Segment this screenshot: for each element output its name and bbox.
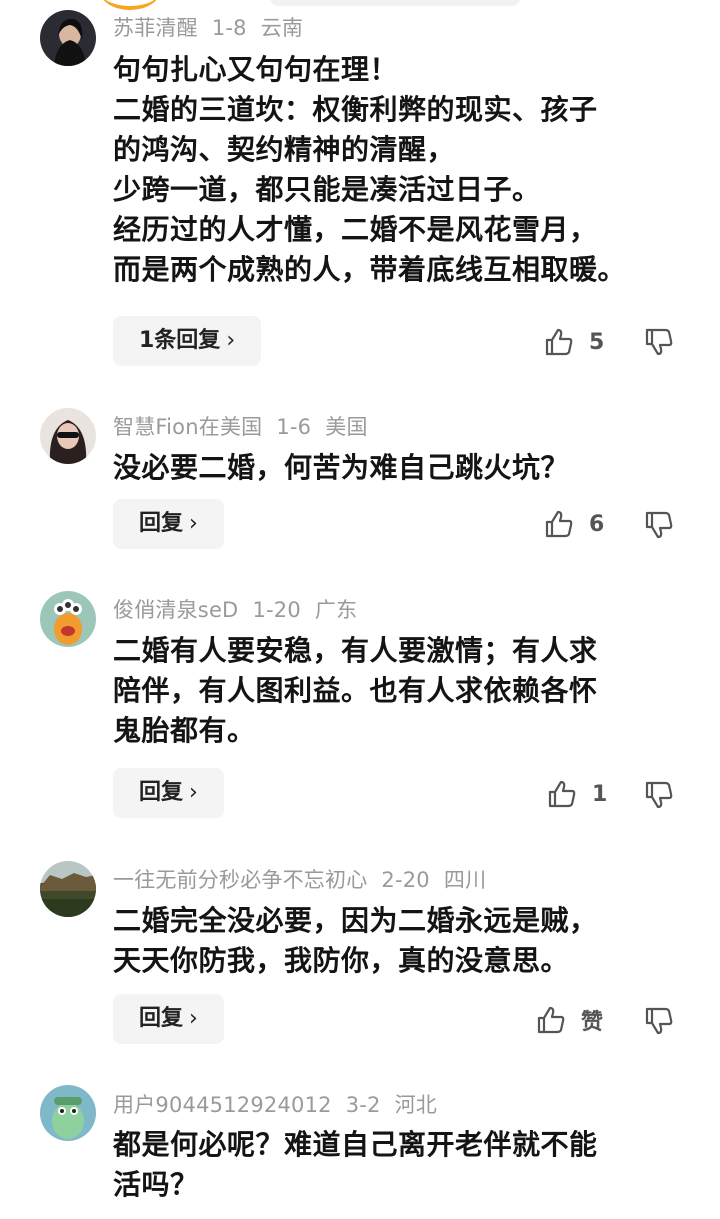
avatar[interactable] bbox=[40, 1085, 96, 1141]
comment-text: 句句扎心又句句在理！ 二婚的三道坎：权衡利弊的现实、孩子 的鸿沟、契约精神的清醒… bbox=[113, 53, 627, 286]
like-label: 赞 bbox=[581, 1010, 604, 1035]
view-replies-button[interactable]: 1条回复 › bbox=[113, 316, 262, 366]
comment-meta: 智慧Fion在美国 1-6 美国 bbox=[113, 411, 382, 441]
like-count: 6 bbox=[589, 511, 605, 537]
username[interactable]: 一往无前分秒必争不忘初心 bbox=[113, 868, 367, 892]
like-count: 5 bbox=[589, 329, 605, 355]
orange-avatar-edge bbox=[100, 0, 160, 10]
comment-location: 云南 bbox=[260, 16, 304, 40]
comment-location: 四川 bbox=[443, 868, 487, 892]
thumbs-up-icon bbox=[548, 780, 576, 808]
like-button[interactable]: 5 bbox=[543, 324, 604, 360]
comment-text: 二婚完全没必要，因为二婚永远是贼， 天天你防我，我防你，真的没意思。 bbox=[113, 904, 598, 977]
comment-date: 3-2 bbox=[345, 1093, 381, 1117]
like-button[interactable]: 赞 bbox=[535, 1002, 603, 1038]
grey-bar-edge bbox=[270, 0, 520, 6]
thumbs-down-icon[interactable] bbox=[643, 326, 675, 358]
comment-date: 1-6 bbox=[276, 415, 312, 439]
chevron-right-icon: › bbox=[189, 780, 198, 805]
thumbs-up-icon bbox=[545, 510, 573, 538]
comment-location: 河北 bbox=[394, 1093, 438, 1117]
comment-text: 没必要二婚，何苦为难自己跳火坑？ bbox=[113, 451, 570, 484]
reply-button[interactable]: 回复 › bbox=[113, 499, 224, 549]
chevron-right-icon: › bbox=[189, 511, 198, 536]
avatar[interactable] bbox=[40, 10, 96, 66]
comment-meta: 一往无前分秒必争不忘初心 2-20 四川 bbox=[113, 864, 500, 894]
comment-meta: 俊俏清泉seD 1-20 广东 bbox=[113, 594, 371, 624]
username[interactable]: 智慧Fion在美国 bbox=[113, 415, 262, 439]
comment-text: 都是何必呢？难道自己离开老伴就不能 活吗？ bbox=[113, 1128, 598, 1201]
thumbs-up-icon bbox=[545, 328, 573, 356]
username[interactable]: 俊俏清泉seD bbox=[113, 598, 238, 622]
like-button[interactable]: 6 bbox=[543, 506, 604, 542]
comment-location: 广东 bbox=[314, 598, 358, 622]
chevron-right-icon: › bbox=[189, 1006, 198, 1031]
chevron-right-icon: › bbox=[226, 328, 236, 353]
username[interactable]: 用户9044512924012 bbox=[113, 1093, 332, 1117]
comment-meta: 苏菲清醒 1-8 云南 bbox=[113, 12, 317, 42]
thumbs-down-icon[interactable] bbox=[643, 1005, 675, 1037]
previous-content-edge bbox=[0, 0, 720, 10]
comment-date: 2-20 bbox=[381, 868, 430, 892]
comment-meta: 用户9044512924012 3-2 河北 bbox=[113, 1089, 451, 1119]
thumbs-down-icon[interactable] bbox=[643, 509, 675, 541]
thumbs-down-icon[interactable] bbox=[643, 779, 675, 811]
avatar[interactable] bbox=[40, 408, 96, 464]
comment-date: 1-20 bbox=[252, 598, 301, 622]
like-button[interactable]: 1 bbox=[546, 776, 607, 812]
comment-date: 1-8 bbox=[211, 16, 247, 40]
reply-button[interactable]: 回复 › bbox=[113, 768, 224, 818]
comment-text: 二婚有人要安稳，有人要激情；有人求 陪伴，有人图利益。也有人求依赖各怀 鬼胎都有… bbox=[113, 634, 598, 747]
comment-location: 美国 bbox=[325, 415, 368, 439]
avatar[interactable] bbox=[40, 861, 96, 917]
username[interactable]: 苏菲清醒 bbox=[113, 16, 198, 40]
like-count: 1 bbox=[592, 781, 608, 807]
reply-button[interactable]: 回复 › bbox=[113, 994, 224, 1044]
thumbs-up-icon bbox=[537, 1006, 565, 1034]
avatar[interactable] bbox=[40, 591, 96, 647]
